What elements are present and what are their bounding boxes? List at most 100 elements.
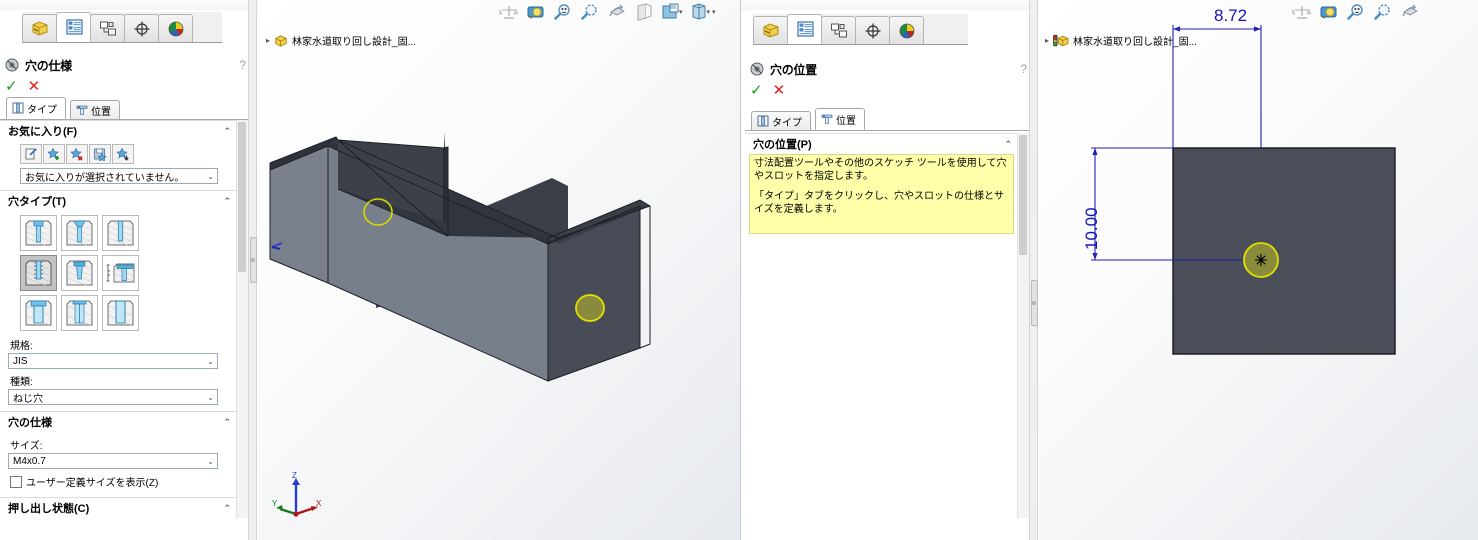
show-custom-size-row[interactable]: ユーザー定義サイズを表示(Z) <box>10 474 229 489</box>
tab-type[interactable]: タイプ <box>751 111 811 130</box>
left-property-manager: 穴の仕様 ? ✓ ✕ タイプ 位置 お気に入り(F) ⌃ お気に入りが選択されて… <box>0 10 248 540</box>
right-property-manager: 穴の位置 ? ✓ ✕ タイプ 位置 穴の位置(P) ⌃ 寸法配置ツールやその他の… <box>745 10 1029 540</box>
feature-manager-tab[interactable] <box>22 14 57 42</box>
section-hole-type-header[interactable]: 穴タイプ(T) ⌃ <box>0 191 237 211</box>
size-combo[interactable]: M4x0.7 ⌄ <box>8 453 218 469</box>
kind-combo[interactable]: ねじ穴 ⌄ <box>8 389 218 405</box>
hole-type-icon <box>757 115 769 127</box>
straight-hole-icon[interactable] <box>102 215 139 251</box>
hole-type-icon <box>12 102 24 114</box>
property-manager-tab[interactable] <box>787 14 822 44</box>
pm-title-text: 穴の位置 <box>770 62 817 77</box>
pm-scrollbar-thumb[interactable] <box>1019 135 1027 255</box>
left-panel-splitter[interactable] <box>248 0 257 540</box>
load-favorite-icon[interactable] <box>112 144 134 164</box>
instruction-line-2: 「タイプ」タブをクリックし、穴やスロットの仕様とサイズを定義します。 <box>754 191 1004 215</box>
cancel-button[interactable]: ✕ <box>28 79 41 94</box>
chevron-down-icon[interactable]: ⌄ <box>207 457 214 466</box>
right-panel-splitter[interactable] <box>1029 0 1038 540</box>
chevron-up-icon[interactable]: ⌃ <box>223 503 231 514</box>
triad-x-label: X <box>316 499 322 508</box>
countersink-hole-icon[interactable] <box>61 215 98 251</box>
pm-scrollbar[interactable] <box>1017 133 1029 518</box>
right-graphics-area[interactable]: ▸ 林家水道取り回し設計_固... 8.72 10.00 <box>1039 0 1478 540</box>
accept-button[interactable]: ✓ <box>750 83 763 98</box>
section-hole-type: 穴タイプ(T) ⌃ 規格: JIS ⌄ 種類: ねじ穴 ⌄ <box>0 190 237 411</box>
counterbore-slot-icon[interactable] <box>20 295 57 331</box>
delete-favorite-icon[interactable] <box>66 144 88 164</box>
favorites-combo[interactable]: お気に入りが選択されていません。 ⌄ <box>20 168 218 184</box>
3d-model-view[interactable] <box>258 0 740 540</box>
feature-manager-tab[interactable] <box>753 16 788 44</box>
tab-position-label: 位置 <box>836 115 856 127</box>
show-custom-size-label: ユーザー定義サイズを表示(Z) <box>26 478 159 489</box>
chevron-up-icon[interactable]: ⌃ <box>1004 139 1012 150</box>
section-hole-spec-title: 穴の仕様 <box>8 417 52 429</box>
display-sphere-icon <box>168 21 183 36</box>
triad-z-label: Z <box>292 471 297 480</box>
chevron-down-icon[interactable]: ⌄ <box>207 357 214 366</box>
tab-type[interactable]: タイプ <box>6 97 66 119</box>
dim-arrow-right <box>1254 26 1261 32</box>
section-hole-type-title: 穴タイプ(T) <box>8 196 67 208</box>
configuration-manager-tab[interactable] <box>821 16 856 44</box>
sketch-view[interactable] <box>1039 0 1478 540</box>
vertical-dimension-label[interactable]: 10.00 <box>1082 207 1102 250</box>
cancel-button[interactable]: ✕ <box>773 83 786 98</box>
tab-type-label: タイプ <box>27 104 57 116</box>
section-hole-position-body: 寸法配置ツールやその他のスケッチ ツールを使用して穴やスロットを指定します。 「… <box>745 154 1018 234</box>
splitter-collapse-dot[interactable] <box>1032 301 1036 305</box>
apply-defaults-icon[interactable] <box>20 144 42 164</box>
hole-point-marker <box>1255 254 1267 266</box>
section-hole-spec-header[interactable]: 穴の仕様 ⌃ <box>0 412 237 432</box>
pm-content: お気に入り(F) ⌃ お気に入りが選択されていません。 ⌄ 穴タイプ(T) ⌃ … <box>0 120 237 518</box>
counterbore-hole-icon[interactable] <box>20 215 57 251</box>
section-hole-position-header[interactable]: 穴の位置(P) ⌃ <box>745 134 1018 154</box>
feature-tree-icon <box>763 22 778 38</box>
chevron-down-icon[interactable]: ⌄ <box>207 172 214 181</box>
section-end-condition: 押し出し状態(C) ⌃ 全貫通 ⌄ ね <box>0 497 237 518</box>
pm-scrollbar-thumb[interactable] <box>238 122 246 272</box>
save-favorite-icon[interactable] <box>89 144 111 164</box>
property-manager-tab[interactable] <box>56 12 91 42</box>
section-favorites: お気に入り(F) ⌃ お気に入りが選択されていません。 ⌄ <box>0 120 237 190</box>
size-combo-value: M4x0.7 <box>13 455 46 467</box>
standard-combo[interactable]: JIS ⌄ <box>8 353 218 369</box>
section-favorites-title: お気に入り(F) <box>8 126 78 138</box>
dimxpert-manager-tab[interactable] <box>124 14 159 42</box>
section-favorites-body: お気に入りが選択されていません。 ⌄ <box>0 141 237 190</box>
tab-position[interactable]: 位置 <box>815 108 865 130</box>
left-graphics-area[interactable]: ▾ ▾ ▾ ▸ 林家水道取り回し設計_固... Z X Y <box>258 0 740 540</box>
horizontal-dimension-label[interactable]: 8.72 <box>1214 6 1247 26</box>
pm-scrollbar[interactable] <box>236 120 248 518</box>
add-favorite-icon[interactable] <box>43 144 65 164</box>
tapered-tapped-hole-icon[interactable] <box>61 255 98 291</box>
splitter-collapse-dot[interactable] <box>251 258 255 262</box>
section-favorites-header[interactable]: お気に入り(F) ⌃ <box>0 121 237 141</box>
chevron-up-icon[interactable]: ⌃ <box>223 126 231 137</box>
section-end-condition-title: 押し出し状態(C) <box>8 503 90 515</box>
size-label: サイズ: <box>10 441 43 452</box>
chevron-up-icon[interactable]: ⌃ <box>223 417 231 428</box>
chevron-up-icon[interactable]: ⌃ <box>223 196 231 207</box>
section-end-condition-header[interactable]: 押し出し状態(C) ⌃ <box>0 498 237 518</box>
section-hole-position-title: 穴の位置(P) <box>753 139 812 151</box>
show-custom-size-checkbox[interactable] <box>10 475 22 488</box>
legacy-hole-icon[interactable] <box>102 255 139 291</box>
left-document-window: 穴の仕様 ? ✓ ✕ タイプ 位置 お気に入り(F) ⌃ お気に入りが選択されて… <box>0 0 740 540</box>
straight-slot-icon[interactable] <box>102 295 139 331</box>
countersink-slot-icon[interactable] <box>61 295 98 331</box>
hole-position-instructions: 寸法配置ツールやその他のスケッチ ツールを使用して穴やスロットを指定します。 「… <box>749 154 1014 234</box>
dim-arrow-bottom <box>1092 253 1098 260</box>
configuration-manager-tab[interactable] <box>90 14 125 42</box>
hole-position-icon <box>821 114 833 124</box>
accept-button[interactable]: ✓ <box>5 79 18 94</box>
display-manager-tab[interactable] <box>158 14 193 42</box>
section-hole-spec: 穴の仕様 ⌃ サイズ: M4x0.7 ⌄ ユーザー定義サイズを表示(Z) <box>0 411 237 497</box>
dimxpert-manager-tab[interactable] <box>855 16 890 44</box>
display-manager-tab[interactable] <box>889 16 924 44</box>
tab-position[interactable]: 位置 <box>70 100 120 119</box>
dimxpert-target-icon <box>134 21 149 36</box>
tapped-hole-icon[interactable] <box>20 255 57 291</box>
chevron-down-icon[interactable]: ⌄ <box>207 393 214 402</box>
